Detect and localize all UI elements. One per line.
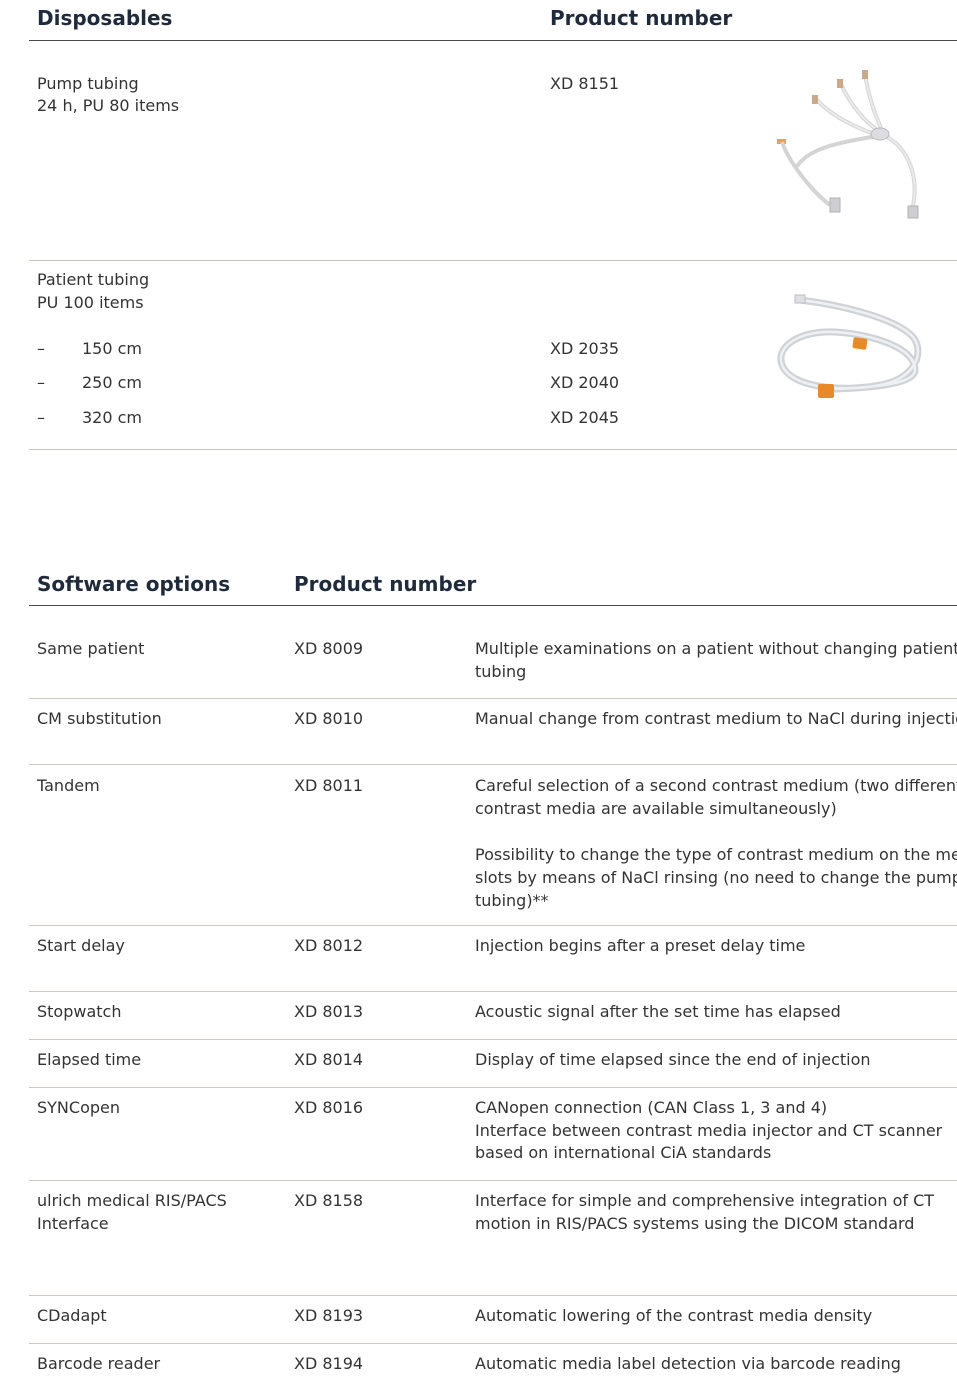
option-description: Injection begins after a preset delay ti… xyxy=(475,936,806,955)
pump-tubing-image xyxy=(777,70,919,219)
option-name: SYNCopen xyxy=(37,1098,120,1117)
option-description: Display of time elapsed since the end of… xyxy=(475,1050,871,1069)
option-description: Acoustic signal after the set time has e… xyxy=(475,1002,841,1021)
pump-tubing-number: XD 8151 xyxy=(550,74,620,93)
patient-tubing-image xyxy=(777,294,922,398)
option-description: Interface between contrast media injecto… xyxy=(475,1121,943,1140)
option-rule xyxy=(29,1295,957,1296)
pump-tubing-rule xyxy=(29,260,957,261)
option-description: Careful selection of a second contrast m… xyxy=(475,776,957,795)
option-number: XD 8010 xyxy=(294,709,364,728)
option-name: ulrich medical RIS/PACS Interface xyxy=(37,1191,227,1233)
option-description: Interface for simple and comprehensive i… xyxy=(475,1191,935,1210)
option-name: Same patient xyxy=(37,639,145,658)
software-product-number-heading: Product number xyxy=(294,572,477,596)
option-description: Multiple examinations on a patient witho… xyxy=(475,639,957,658)
option-number: XD 8009 xyxy=(294,639,364,658)
variant-dash: – xyxy=(37,339,45,358)
option-name: CM substitution xyxy=(37,709,162,728)
option-description: tubing xyxy=(475,662,527,681)
variant-number: XD 2045 xyxy=(550,408,620,427)
variant-length: 150 cm xyxy=(82,339,143,358)
variant-dash: – xyxy=(37,373,45,392)
option-number: XD 8014 xyxy=(294,1050,364,1069)
software-header-rule xyxy=(29,605,957,606)
option-description: slots by means of NaCl rinsing (no need … xyxy=(475,868,957,887)
variant-dash: – xyxy=(37,408,45,427)
option-description: based on international CiA standards xyxy=(475,1143,772,1162)
option-name: Stopwatch xyxy=(37,1002,122,1021)
option-description: contrast media are available simultaneou… xyxy=(475,799,837,818)
variant-length: 320 cm xyxy=(82,408,143,427)
option-name: Tandem xyxy=(37,776,100,795)
option-description: motion in RIS/PACS systems using the DIC… xyxy=(475,1214,915,1233)
option-name: Barcode reader xyxy=(37,1354,161,1373)
option-description: tubing)** xyxy=(475,891,549,910)
patient-tubing-rule xyxy=(29,449,957,450)
option-name: Elapsed time xyxy=(37,1050,142,1069)
option-rule xyxy=(29,925,957,926)
pump-tubing-title: Pump tubing xyxy=(37,74,139,93)
option-description: Automatic lowering of the contrast media… xyxy=(475,1306,873,1325)
option-rule xyxy=(29,1039,957,1040)
option-rule xyxy=(29,764,957,765)
patient-tubing-subtitle: PU 100 items xyxy=(37,293,144,312)
option-rule xyxy=(29,698,957,699)
option-number: XD 8013 xyxy=(294,1002,364,1021)
option-rule xyxy=(29,1343,957,1344)
software-heading: Software options xyxy=(37,572,231,596)
option-description: Automatic media label detection via barc… xyxy=(475,1354,901,1373)
variant-length: 250 cm xyxy=(82,373,143,392)
option-rule xyxy=(29,1180,957,1181)
patient-tubing-title: Patient tubing xyxy=(37,270,150,289)
option-number: XD 8012 xyxy=(294,936,364,955)
option-number: XD 8194 xyxy=(294,1354,364,1373)
option-rule xyxy=(29,991,957,992)
pump-tubing-subtitle: 24 h, PU 80 items xyxy=(37,96,180,115)
disposables-heading: Disposables xyxy=(37,6,173,30)
disposables-header-rule xyxy=(29,40,957,41)
option-number: XD 8011 xyxy=(294,776,364,795)
option-description: Possibility to change the type of contra… xyxy=(475,845,957,864)
option-name: Start delay xyxy=(37,936,125,955)
option-number: XD 8158 xyxy=(294,1191,364,1210)
disposables-product-number-heading: Product number xyxy=(550,6,733,30)
variant-number: XD 2040 xyxy=(550,373,620,392)
option-number: XD 8016 xyxy=(294,1098,364,1117)
option-number: XD 8193 xyxy=(294,1306,364,1325)
option-description: CANopen connection (CAN Class 1, 3 and 4… xyxy=(475,1098,828,1117)
variant-number: XD 2035 xyxy=(550,339,620,358)
option-name: CDadapt xyxy=(37,1306,107,1325)
option-description: Manual change from contrast medium to Na… xyxy=(475,709,957,728)
option-rule xyxy=(29,1087,957,1088)
